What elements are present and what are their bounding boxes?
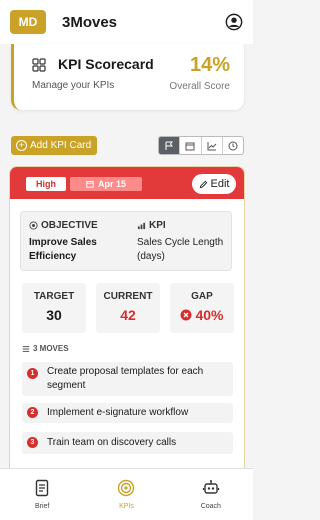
current-value: 42 [120,307,136,323]
nav-label-coach: Coach [200,503,221,510]
pencil-icon [199,180,207,188]
gap-value-row: 40% [170,307,234,323]
list-icon [22,345,30,352]
bar-chart-icon [137,222,146,230]
move-item[interactable]: 2 Implement e-signature workflow [22,403,233,423]
add-kpi-card-label: Add KPI Card [30,140,92,151]
add-kpi-card-button[interactable]: + Add KPI Card [11,136,97,155]
overall-score-label: Overall Score [169,81,230,92]
objective-heading: OBJECTIVE [29,220,98,231]
kpi-card: High Apr 15 Edit OBJECTIVE Improve Sales… [9,166,245,476]
user-profile-icon[interactable] [225,13,243,31]
calendar-icon [86,181,94,188]
move-text: Train team on discovery calls [47,437,177,448]
move-text: Create proposal templates for each segme… [47,366,204,391]
move-number-badge: 3 [27,437,38,448]
app-title: 3Moves [62,13,118,31]
objective-value: Improve Sales Efficiency [29,237,97,262]
kpi-card-header: High Apr 15 Edit [10,167,244,199]
grid-icon [32,58,46,72]
gap-label: GAP [191,291,213,302]
app-header: MD 3Moves [0,0,253,44]
scorecard-subtitle: Manage your KPIs [32,80,115,91]
error-circle-icon [180,309,192,321]
objective-kpi-box: OBJECTIVE Improve Sales Efficiency KPI S… [20,211,232,271]
target-label: TARGET [33,291,75,302]
kpi-label: KPI [149,220,166,231]
moves-label: 3 MOVES [33,344,69,353]
nav-label-kpis: KPIs [119,503,134,510]
kpi-value: Sales Cycle Length (days) [137,237,224,262]
nav-item-brief[interactable]: Brief [0,469,84,520]
move-text: Implement e-signature workflow [47,407,189,418]
flag-icon [165,141,174,150]
kpi-scorecard-panel: KPI Scorecard Manage your KPIs 14% Overa… [11,44,244,110]
calendar-view-toggle[interactable] [180,137,202,154]
move-item[interactable]: 3 Train team on discovery calls [22,432,233,454]
move-item[interactable]: 1 Create proposal templates for each seg… [22,362,233,396]
clock-icon [228,141,238,150]
gap-metric: GAP 40% [170,283,234,333]
current-label: CURRENT [103,291,153,302]
chart-view-toggle[interactable] [202,137,223,154]
edit-button[interactable]: Edit [192,174,236,194]
target-icon [29,221,38,230]
current-metric: CURRENT 42 [96,283,160,333]
overall-score-value: 14% [189,54,230,76]
nav-item-coach[interactable]: Coach [169,469,253,520]
robot-icon [202,480,219,494]
plus-icon: + [16,140,27,151]
target-icon [118,479,135,497]
gap-value: 40% [195,307,224,323]
due-date-text: Apr 15 [97,179,126,189]
bottom-nav: Brief KPIs Coach [0,468,253,520]
edit-label: Edit [210,178,230,190]
move-number-badge: 1 [27,368,38,379]
target-metric: TARGET 30 [22,283,86,333]
priority-badge: High [26,177,66,191]
scorecard-title: KPI Scorecard [58,56,154,72]
kpi-heading: KPI [137,220,166,231]
view-toggle-group [158,136,244,155]
avatar[interactable]: MD [10,10,46,34]
moves-heading: 3 MOVES [22,344,69,353]
objective-label: OBJECTIVE [41,220,98,231]
calendar-icon [185,142,195,150]
target-value: 30 [46,307,62,323]
due-date-badge: Apr 15 [70,177,142,191]
chart-icon [207,141,216,150]
nav-item-kpis[interactable]: KPIs [84,469,168,520]
clock-view-toggle[interactable] [223,137,243,154]
flag-view-toggle[interactable] [159,137,181,154]
move-number-badge: 2 [27,407,38,418]
nav-label-brief: Brief [34,503,50,510]
document-icon [35,479,49,497]
